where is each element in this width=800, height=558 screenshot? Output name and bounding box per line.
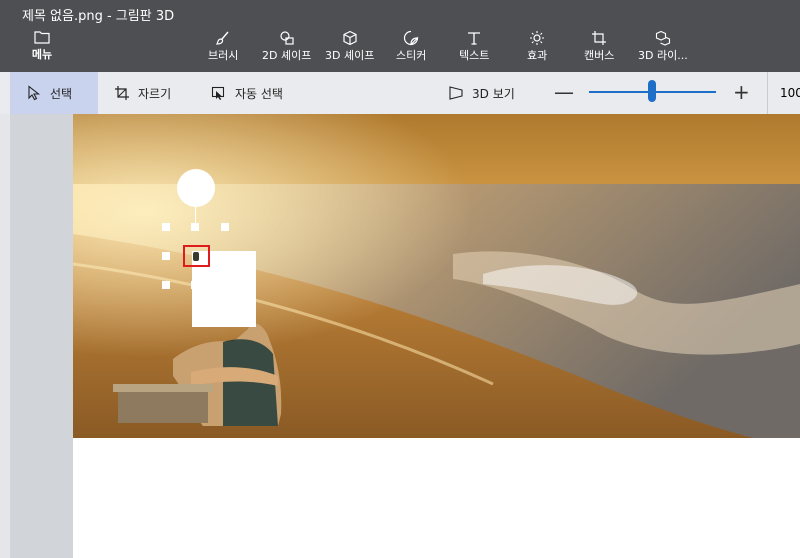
view-3d-icon xyxy=(449,86,463,100)
tool-3d-library[interactable]: 3D 라이... xyxy=(638,30,688,70)
tool-label: 효과 xyxy=(527,49,548,62)
zoom-in-button[interactable]: + xyxy=(733,80,750,104)
crop-icon xyxy=(115,86,129,100)
tool-effects[interactable]: 효과 xyxy=(527,30,547,70)
magic-select-icon xyxy=(211,86,225,100)
crop-button[interactable]: 자르기 xyxy=(114,72,171,114)
window-title: 제목 없음.png - 그림판 3D xyxy=(22,8,175,24)
crop-label: 자르기 xyxy=(138,86,172,101)
magic-select-button[interactable]: 자동 선택 xyxy=(211,72,283,114)
zoom-out-button[interactable]: — xyxy=(554,80,574,104)
workspace-edge xyxy=(0,114,10,558)
tool-canvas[interactable]: 캔버스 xyxy=(584,30,614,70)
tool-label: 스티커 xyxy=(396,49,427,62)
zoom-slider-thumb[interactable] xyxy=(648,80,656,102)
effects-icon xyxy=(530,31,545,45)
tool-label: 캔버스 xyxy=(584,49,615,62)
zoom-percentage: 100 xyxy=(780,86,800,100)
3d-library-icon xyxy=(655,30,670,46)
zoom-readout: 100 xyxy=(767,72,800,114)
brush-icon xyxy=(216,31,229,45)
tool-label: 텍스트 xyxy=(459,49,490,62)
resize-handle-bottom-left[interactable] xyxy=(162,281,170,289)
tool-2d-shapes[interactable]: 2D 셰이프 xyxy=(262,30,311,70)
text-icon xyxy=(468,32,481,45)
view-3d-button[interactable]: 3D 보기 xyxy=(448,72,515,114)
resize-handle-top[interactable] xyxy=(191,223,199,231)
resize-handle-left[interactable] xyxy=(162,252,170,260)
highlight-box xyxy=(183,245,210,267)
canvas-icon xyxy=(592,31,607,45)
menu-button[interactable]: 메뉴 xyxy=(22,30,62,68)
sticker-icon xyxy=(404,30,419,46)
command-bar: 선택 자르기 자동 선택 3D 보기 — + xyxy=(0,72,800,114)
resize-handle-top-right[interactable] xyxy=(221,223,229,231)
tool-label: 3D 라이... xyxy=(638,49,688,62)
ribbon-toolbar: 메뉴 브러시 2D 셰이프 3D 셰이프 스티커 텍스트 효과 캔버스 3D 라… xyxy=(0,28,800,72)
tool-label: 브러시 xyxy=(208,49,239,62)
folder-icon xyxy=(34,31,50,44)
title-bar: 제목 없음.png - 그림판 3D xyxy=(0,0,800,28)
select-button[interactable]: 선택 xyxy=(10,72,98,114)
2d-shapes-icon xyxy=(280,31,294,45)
beach-photo[interactable] xyxy=(73,114,800,438)
magic-select-label: 자동 선택 xyxy=(235,86,283,101)
tool-stickers[interactable]: 스티커 xyxy=(396,30,426,70)
3d-shapes-icon xyxy=(343,30,357,46)
select-label: 선택 xyxy=(50,86,73,101)
tool-label: 3D 셰이프 xyxy=(325,49,375,62)
tool-3d-shapes[interactable]: 3D 셰이프 xyxy=(325,30,374,70)
tool-text[interactable]: 텍스트 xyxy=(459,30,489,70)
rotate-handle[interactable] xyxy=(177,169,215,207)
tool-brushes[interactable]: 브러시 xyxy=(208,30,238,70)
resize-handle-top-left[interactable] xyxy=(162,223,170,231)
cursor-icon xyxy=(28,85,41,101)
tool-label: 2D 셰이프 xyxy=(262,49,312,62)
menu-label: 메뉴 xyxy=(31,48,53,61)
view-3d-label: 3D 보기 xyxy=(472,86,515,101)
